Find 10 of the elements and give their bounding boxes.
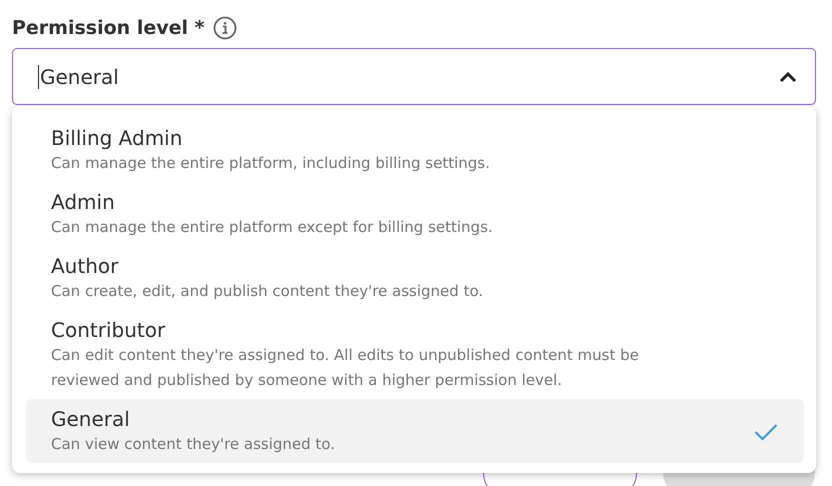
menu-option[interactable]: Contributor Can edit content they're assigned to. All edits to unpublished content must be reviewed and published by someone with a higher permission level. (26, 310, 804, 399)
menu-option[interactable]: General Can view content they're assigned to. (26, 399, 804, 463)
menu-option[interactable]: Admin Can manage the entire platform except for billing settings. (26, 182, 804, 246)
permission-select[interactable]: General (12, 48, 816, 105)
field-label: Permission level * (12, 17, 205, 39)
menu-option[interactable]: Billing Admin Can manage the entire platform, including billing settings. (26, 118, 804, 182)
check-icon (754, 422, 778, 440)
info-icon[interactable] (212, 16, 237, 40)
menu-option[interactable]: Author Can create, edit, and publish content they're assigned to. (26, 246, 804, 310)
chevron-icon (779, 70, 797, 82)
